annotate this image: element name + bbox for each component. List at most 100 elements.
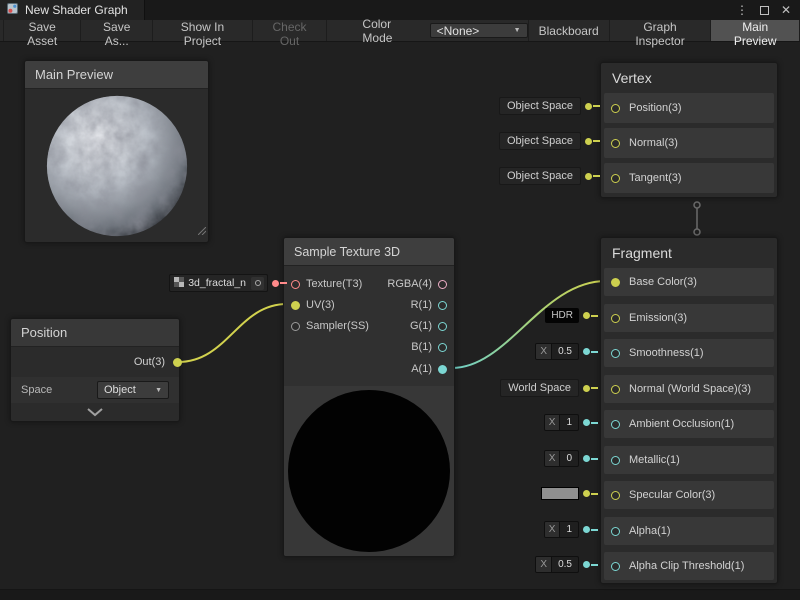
alpha-float-field[interactable]: X1: [480, 521, 598, 538]
smoothness-float-field[interactable]: X0.5: [480, 343, 598, 360]
space-dropdown[interactable]: Object ▼: [97, 381, 169, 399]
color-mode-dropdown[interactable]: <None> ▼: [430, 23, 528, 38]
object-picker-icon[interactable]: [251, 277, 264, 290]
main-preview-title[interactable]: Main Preview: [25, 61, 208, 89]
main-preview-body: [25, 89, 208, 242]
fragment-node[interactable]: Fragment Base Color(3) Emission(3) Smoot…: [600, 237, 778, 584]
port-out-output[interactable]: [173, 358, 182, 367]
space-badge[interactable]: Object Space: [499, 132, 581, 150]
port-label: A(1): [411, 363, 432, 375]
close-icon[interactable]: ✕: [781, 3, 791, 17]
vertex-row-normal[interactable]: Normal(3): [604, 128, 774, 158]
sample-output-rgba[interactable]: RGBA(4): [387, 276, 447, 292]
port-position-input[interactable]: [611, 104, 620, 113]
sample-output-g[interactable]: G(1): [410, 318, 447, 334]
kebab-menu-icon[interactable]: ⋮: [736, 3, 748, 17]
float-value[interactable]: 1: [560, 417, 578, 428]
vertex-row-position[interactable]: Position(3): [604, 93, 774, 123]
vertex-node[interactable]: Vertex Position(3) Normal(3) Tangent(3): [600, 62, 778, 198]
blackboard-toggle-button[interactable]: Blackboard: [528, 20, 610, 41]
metallic-float-field[interactable]: X0: [480, 450, 598, 467]
sample-node-preview: [284, 386, 454, 556]
port-r-output[interactable]: [438, 301, 447, 310]
specular-color-swatch[interactable]: [480, 487, 598, 500]
connector-dot: [583, 348, 590, 355]
save-as-button[interactable]: Save As...: [81, 20, 153, 41]
normal-space-dropdown[interactable]: Object Space: [490, 132, 600, 150]
port-label: Texture(T3): [306, 278, 362, 290]
port-normal-input[interactable]: [611, 385, 620, 394]
tangent-space-dropdown[interactable]: Object Space: [490, 167, 600, 185]
connector-stub: [593, 105, 600, 107]
fragment-row-base-color[interactable]: Base Color(3): [604, 268, 774, 296]
position-output-row[interactable]: Out(3): [11, 347, 179, 377]
port-label: RGBA(4): [387, 278, 432, 290]
connector-stub: [591, 493, 598, 495]
port-ambient-occlusion-input[interactable]: [611, 420, 620, 429]
sample-node-title[interactable]: Sample Texture 3D: [284, 238, 454, 266]
ambient-occlusion-float-field[interactable]: X1: [480, 414, 598, 431]
sample-output-r[interactable]: R(1): [411, 297, 447, 313]
fragment-row-metallic[interactable]: Metallic(1): [604, 446, 774, 474]
vertex-row-tangent[interactable]: Tangent(3): [604, 163, 774, 193]
port-tangent-input[interactable]: [611, 174, 620, 183]
emission-hdr-field[interactable]: HDR: [480, 308, 598, 323]
wire-position-to-uv[interactable]: [178, 304, 287, 362]
chevron-down-icon: ▼: [155, 387, 162, 394]
port-smoothness-input[interactable]: [611, 349, 620, 358]
port-normal-input[interactable]: [611, 139, 620, 148]
maximize-icon[interactable]: [760, 6, 769, 15]
float-value[interactable]: 0: [560, 453, 578, 464]
position-space-dropdown[interactable]: Object Space: [490, 97, 600, 115]
normal-space-dropdown[interactable]: World Space: [480, 379, 598, 397]
sample-input-texture[interactable]: Texture(T3): [291, 276, 362, 292]
space-badge[interactable]: Object Space: [499, 167, 581, 185]
sample-input-uv[interactable]: UV(3): [291, 297, 335, 313]
port-label: Alpha(1): [629, 525, 671, 537]
fragment-row-specular-color[interactable]: Specular Color(3): [604, 481, 774, 509]
port-alpha-clip-input[interactable]: [611, 562, 620, 571]
port-a-output[interactable]: [438, 365, 447, 374]
port-rgba-output[interactable]: [438, 280, 447, 289]
port-metallic-input[interactable]: [611, 456, 620, 465]
resize-handle-icon[interactable]: [198, 222, 206, 240]
fragment-row-emission[interactable]: Emission(3): [604, 304, 774, 332]
sample-output-a[interactable]: A(1): [411, 361, 447, 377]
color-swatch[interactable]: [541, 487, 579, 500]
save-asset-button[interactable]: Save Asset: [3, 20, 81, 41]
port-emission-input[interactable]: [611, 314, 620, 323]
port-specular-color-input[interactable]: [611, 491, 620, 500]
node-collapse-expander[interactable]: [11, 403, 179, 422]
fragment-row-smoothness[interactable]: Smoothness(1): [604, 339, 774, 367]
canvas-bottom-strip: [0, 589, 800, 600]
port-g-output[interactable]: [438, 322, 447, 331]
port-texture-input[interactable]: [291, 280, 300, 289]
document-tab[interactable]: New Shader Graph: [0, 0, 145, 20]
port-uv-input[interactable]: [291, 301, 300, 310]
show-in-project-button[interactable]: Show In Project: [153, 20, 253, 41]
sample-input-sampler[interactable]: Sampler(SS): [291, 318, 369, 334]
port-base-color-input[interactable]: [611, 278, 620, 287]
hdr-badge[interactable]: HDR: [545, 308, 579, 323]
graph-inspector-toggle-button[interactable]: Graph Inspector: [610, 20, 712, 41]
float-value[interactable]: 1: [560, 524, 578, 535]
sample-output-b[interactable]: B(1): [411, 339, 447, 355]
main-preview-toggle-button[interactable]: Main Preview: [711, 20, 800, 41]
texture-asset-field[interactable]: 3d_fractal_n: [157, 274, 287, 292]
sample-texture-3d-node[interactable]: Sample Texture 3D Texture(T3) UV(3) Samp…: [283, 237, 455, 557]
space-badge[interactable]: World Space: [500, 379, 579, 397]
float-value[interactable]: 0.5: [552, 346, 578, 357]
port-b-output[interactable]: [438, 343, 447, 352]
fragment-row-ambient-occlusion[interactable]: Ambient Occlusion(1): [604, 410, 774, 438]
position-node[interactable]: Position Out(3) Space Object ▼: [10, 318, 180, 422]
float-value[interactable]: 0.5: [552, 559, 578, 570]
fragment-row-alpha[interactable]: Alpha(1): [604, 517, 774, 545]
alpha-clip-float-field[interactable]: X0.5: [480, 556, 598, 573]
port-sampler-input[interactable]: [291, 322, 300, 331]
main-preview-panel[interactable]: Main Preview: [24, 60, 209, 243]
port-alpha-input[interactable]: [611, 527, 620, 536]
fragment-row-normal[interactable]: Normal (World Space)(3): [604, 375, 774, 403]
fragment-row-alpha-clip[interactable]: Alpha Clip Threshold(1): [604, 552, 774, 580]
position-node-title[interactable]: Position: [11, 319, 179, 347]
space-badge[interactable]: Object Space: [499, 97, 581, 115]
